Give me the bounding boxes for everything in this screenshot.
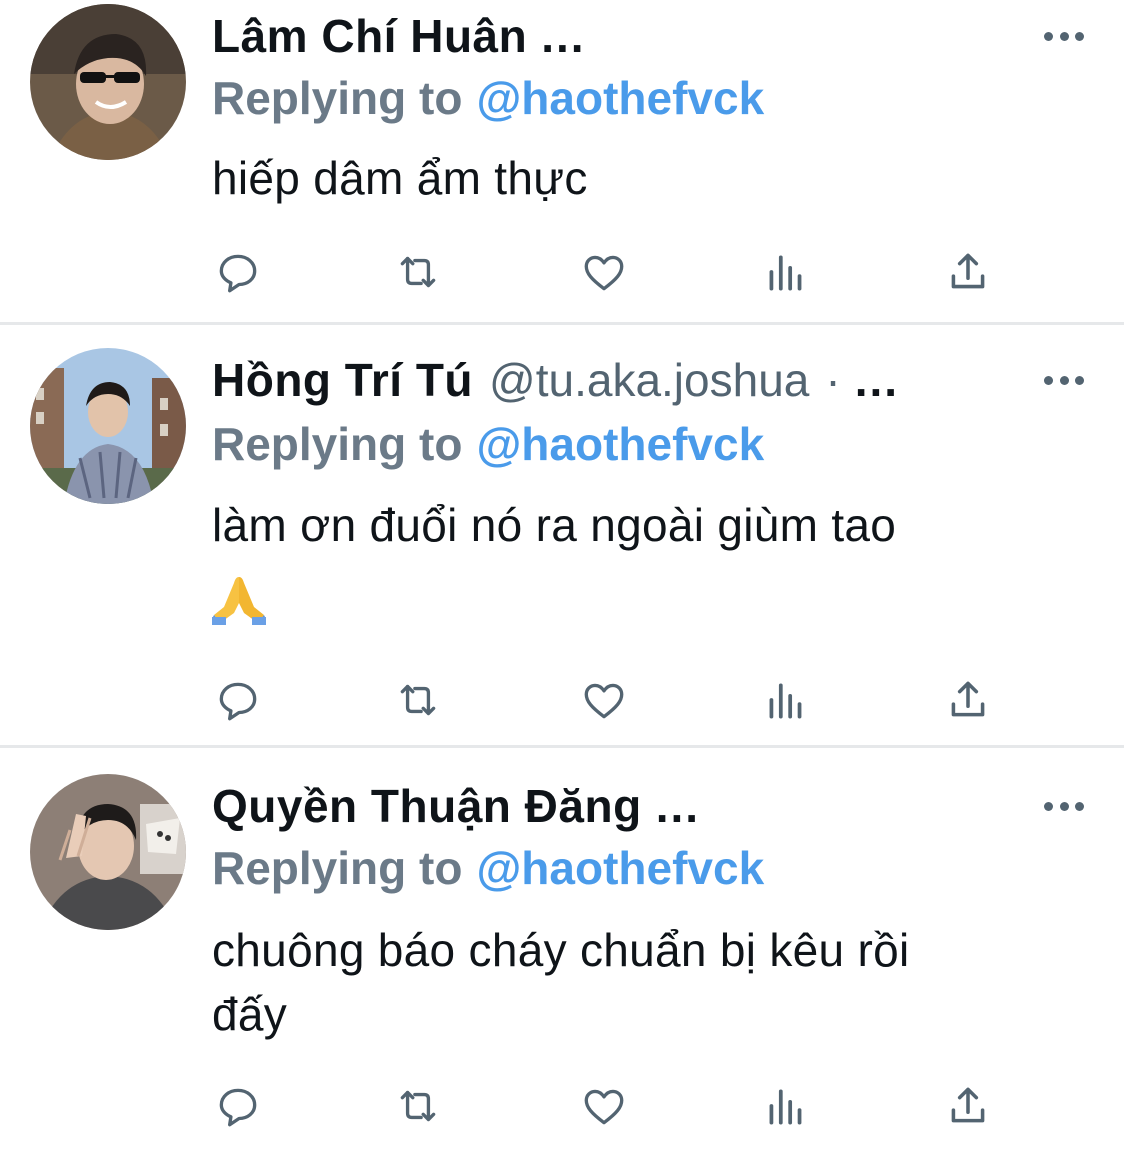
share-button[interactable]: [942, 1080, 994, 1132]
tweet-text: chuông báo cháy chuẩn bị kêu rồi đấy: [212, 918, 1092, 1046]
retweet-icon: [400, 256, 436, 288]
tweet-header: Hồng Trí Tú @tu.aka.joshua · ...: [212, 350, 899, 410]
analytics-bars-icon: [769, 683, 802, 719]
more-dot-icon: [1075, 801, 1084, 811]
like-button[interactable]: [578, 246, 630, 298]
avatar-photo: [30, 4, 186, 160]
more-dot-icon: [1044, 375, 1053, 385]
replying-to-label: Replying to: [212, 418, 463, 470]
praying-hands-emoji: [212, 573, 266, 625]
share-upload-icon: [951, 681, 985, 717]
share-button[interactable]: [942, 674, 994, 726]
views-button[interactable]: [760, 246, 812, 298]
tweet-text-line: chuông báo cháy chuẩn bị kêu rồi: [212, 924, 910, 976]
replying-to-handle[interactable]: @haothefvck: [476, 842, 764, 894]
reply-button[interactable]: [212, 246, 264, 298]
user-handle[interactable]: @tu.aka.joshua: [489, 350, 809, 410]
avatar[interactable]: [30, 774, 186, 930]
tweet-2[interactable]: Hồng Trí Tú @tu.aka.joshua · ... Replyin…: [0, 325, 1124, 745]
replying-to-label: Replying to: [212, 72, 463, 124]
retweet-button[interactable]: [392, 246, 444, 298]
more-options-button[interactable]: [1044, 374, 1084, 386]
tweet-actions: [212, 246, 1002, 298]
avatar[interactable]: [30, 348, 186, 504]
reply-button[interactable]: [212, 674, 264, 726]
reply-bubble-icon: [219, 682, 257, 721]
tweet-3[interactable]: Quyền Thuận Đăng ... Replying to @haothef…: [0, 748, 1124, 1156]
views-button[interactable]: [760, 1080, 812, 1132]
share-upload-icon: [951, 1087, 985, 1123]
views-button[interactable]: [760, 674, 812, 726]
avatar-photo: [30, 774, 186, 930]
praying-hands-icon: [212, 577, 266, 625]
replying-to-label: Replying to: [212, 842, 463, 894]
retweet-button[interactable]: [392, 1080, 444, 1132]
heart-icon: [584, 683, 624, 719]
more-dot-icon: [1044, 31, 1053, 41]
more-dot-icon: [1044, 801, 1053, 811]
tweet-text: làm ơn đuổi nó ra ngoài giùm tao: [212, 499, 897, 551]
tweet-actions: [212, 1080, 1002, 1132]
tweet-text-line: đấy: [212, 988, 288, 1040]
more-dot-icon: [1059, 801, 1069, 811]
avatar-photo: [30, 348, 186, 504]
tweet-1[interactable]: Lâm Chí Huân ... Replying to @haothefvck …: [0, 0, 1124, 322]
tweet-header: Lâm Chí Huân ...: [212, 6, 586, 66]
display-name[interactable]: Lâm Chí Huân: [212, 6, 527, 66]
reply-bubble-icon: [219, 254, 257, 293]
more-options-button[interactable]: [1044, 30, 1084, 42]
share-button[interactable]: [942, 246, 994, 298]
share-upload-icon: [951, 253, 985, 289]
display-name[interactable]: Hồng Trí Tú: [212, 350, 473, 410]
retweet-icon: [400, 1090, 436, 1122]
name-truncation: ...: [655, 780, 701, 832]
like-button[interactable]: [578, 674, 630, 726]
retweet-button[interactable]: [392, 674, 444, 726]
replying-to: Replying to @haothefvck: [212, 838, 764, 898]
replying-to: Replying to @haothefvck: [212, 414, 764, 474]
analytics-bars-icon: [769, 1089, 802, 1125]
avatar[interactable]: [30, 4, 186, 160]
more-dot-icon: [1075, 375, 1084, 385]
more-dot-icon: [1059, 31, 1069, 41]
reply-bubble-icon: [219, 1088, 257, 1127]
heart-icon: [584, 1089, 624, 1125]
display-name[interactable]: Quyền Thuận Đăng: [212, 776, 642, 836]
tweet-text: hiếp dâm ẩm thực: [212, 152, 588, 204]
like-button[interactable]: [578, 1080, 630, 1132]
more-dot-icon: [1059, 375, 1069, 385]
more-dot-icon: [1075, 31, 1084, 41]
retweet-icon: [400, 684, 436, 716]
reply-button[interactable]: [212, 1080, 264, 1132]
more-options-button[interactable]: [1044, 800, 1084, 812]
tweet-header: Quyền Thuận Đăng ...: [212, 776, 700, 836]
replying-to-handle[interactable]: @haothefvck: [476, 72, 764, 124]
header-truncation: ...: [854, 354, 900, 406]
replying-to-handle[interactable]: @haothefvck: [476, 418, 764, 470]
tweet-actions: [212, 674, 1002, 726]
name-truncation: ...: [541, 10, 586, 62]
replying-to: Replying to @haothefvck: [212, 68, 764, 128]
heart-icon: [584, 255, 624, 291]
analytics-bars-icon: [769, 255, 802, 291]
handle-separator: ·: [825, 354, 841, 406]
